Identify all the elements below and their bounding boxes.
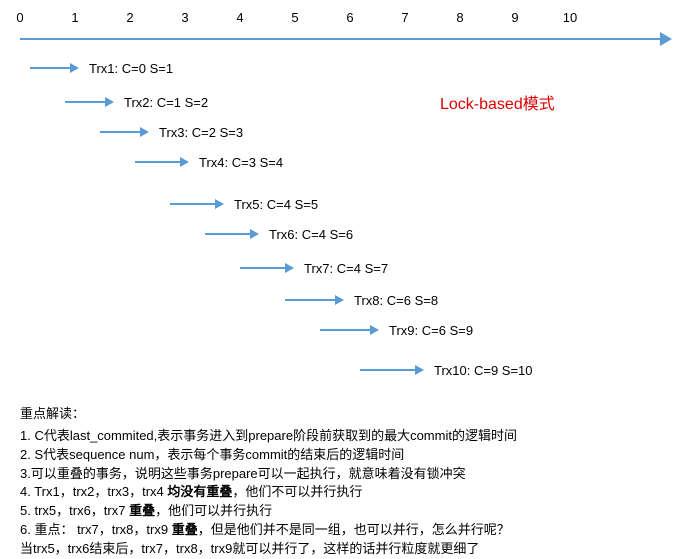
note-bold: 均没有重叠 [167, 484, 232, 499]
note-item: 2. S代表sequence num，表示每个事务commit的结束后的逻辑时间 [20, 446, 670, 465]
axis-tick: 4 [230, 10, 250, 25]
arrow-right-icon [105, 97, 114, 107]
arrow-line [170, 203, 215, 205]
arrow-right-icon [285, 263, 294, 273]
arrow-line [30, 67, 70, 69]
notes-section: 重点解读： 1. C代表last_commited,表示事务进入到prepare… [20, 405, 670, 559]
note-item: 6. 重点： trx7，trx8，trx9 重叠，但是他们并不是同一组，也可以并… [20, 521, 670, 540]
trx-label: Trx3: C=2 S=3 [159, 125, 243, 140]
trx-row-trx4: Trx4: C=3 S=4 [135, 152, 283, 172]
arrow-line [65, 101, 105, 103]
axis-tick: 8 [450, 10, 470, 25]
notes-list: 1. C代表last_commited,表示事务进入到prepare阶段前获取到… [20, 427, 670, 559]
trx-label: Trx6: C=4 S=6 [269, 227, 353, 242]
axis-tick: 9 [505, 10, 525, 25]
diagram-canvas: 012345678910 Trx1: C=0 S=1Trx2: C=1 S=2T… [0, 0, 693, 530]
trx-label: Trx1: C=0 S=1 [89, 61, 173, 76]
arrow-right-icon [180, 157, 189, 167]
timeline-axis: 012345678910 [20, 28, 670, 48]
trx-label: Trx8: C=6 S=8 [354, 293, 438, 308]
arrow-right-icon [250, 229, 259, 239]
axis-tick: 2 [120, 10, 140, 25]
arrow-line [100, 131, 140, 133]
trx-label: Trx7: C=4 S=7 [304, 261, 388, 276]
note-text: ，他们可以并行执行 [155, 503, 272, 518]
trx-label: Trx9: C=6 S=9 [389, 323, 473, 338]
note-item: 5. trx5，trx6，trx7 重叠，他们可以并行执行 [20, 502, 670, 521]
axis-line [20, 38, 660, 40]
arrow-right-icon [70, 63, 79, 73]
arrow-right-icon [215, 199, 224, 209]
note-item: 4. Trx1，trx2，trx3，trx4 均没有重叠，他们不可以并行执行 [20, 483, 670, 502]
note-text: ，他们不可以并行执行 [232, 484, 362, 499]
trx-row-trx10: Trx10: C=9 S=10 [360, 360, 533, 380]
arrow-line [205, 233, 250, 235]
arrow-line [320, 329, 370, 331]
note-bold: 重叠 [129, 503, 155, 518]
arrow-line [135, 161, 180, 163]
note-text: 5. trx5，trx6，trx7 [20, 503, 129, 518]
arrow-right-icon [415, 365, 424, 375]
note-item: 3.可以重叠的事务，说明这些事务prepare可以一起执行，就意味着没有锁冲突 [20, 465, 670, 484]
axis-tick: 5 [285, 10, 305, 25]
axis-tick: 3 [175, 10, 195, 25]
arrow-right-icon [140, 127, 149, 137]
trx-row-trx6: Trx6: C=4 S=6 [205, 224, 353, 244]
trx-label: Trx4: C=3 S=4 [199, 155, 283, 170]
trx-row-trx8: Trx8: C=6 S=8 [285, 290, 438, 310]
note-item: 1. C代表last_commited,表示事务进入到prepare阶段前获取到… [20, 427, 670, 446]
trx-label: Trx10: C=9 S=10 [434, 363, 533, 378]
arrow-right-icon [660, 32, 672, 46]
arrow-right-icon [335, 295, 344, 305]
trx-row-trx1: Trx1: C=0 S=1 [30, 58, 173, 78]
arrow-line [285, 299, 335, 301]
arrow-line [360, 369, 415, 371]
arrow-line [240, 267, 285, 269]
trx-row-trx2: Trx2: C=1 S=2 [65, 92, 208, 112]
arrow-right-icon [370, 325, 379, 335]
trx-label: Trx5: C=4 S=5 [234, 197, 318, 212]
trx-label: Trx2: C=1 S=2 [124, 95, 208, 110]
note-item: 当trx5，trx6结束后，trx7，trx8，trx9就可以并行了，这样的话并… [20, 540, 670, 559]
notes-title: 重点解读： [20, 405, 670, 424]
trx-row-trx3: Trx3: C=2 S=3 [100, 122, 243, 142]
axis-tick: 0 [10, 10, 30, 25]
trx-row-trx7: Trx7: C=4 S=7 [240, 258, 388, 278]
axis-tick: 1 [65, 10, 85, 25]
axis-tick: 7 [395, 10, 415, 25]
trx-row-trx5: Trx5: C=4 S=5 [170, 194, 318, 214]
mode-label: Lock-based模式 [440, 90, 555, 114]
axis-tick: 10 [560, 10, 580, 25]
trx-row-trx9: Trx9: C=6 S=9 [320, 320, 473, 340]
note-text: 4. Trx1，trx2，trx3，trx4 [20, 484, 167, 499]
axis-tick: 6 [340, 10, 360, 25]
